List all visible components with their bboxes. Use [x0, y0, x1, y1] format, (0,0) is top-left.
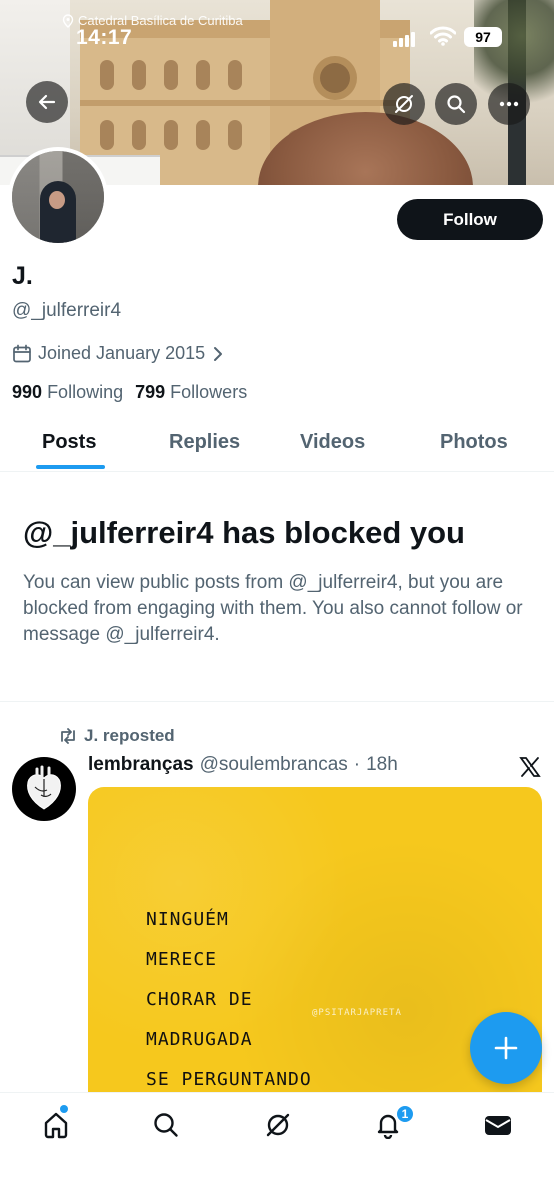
profile-avatar[interactable] — [8, 147, 108, 247]
repost-label: J. reposted — [84, 726, 175, 745]
post-author-avatar[interactable] — [12, 757, 76, 821]
followers-count: 799 — [135, 382, 166, 402]
following-label: Following — [47, 382, 124, 402]
grok-icon — [395, 95, 413, 113]
image-watermark: @PSITARJAPRETA — [312, 1008, 402, 1018]
image-text-line: CHORAR DE — [146, 989, 253, 1010]
plus-icon — [494, 1036, 518, 1060]
tab-photos[interactable]: Photos — [440, 431, 508, 454]
battery-indicator: 97 — [464, 27, 502, 47]
arrow-left-icon — [38, 94, 56, 110]
home-icon — [44, 1112, 68, 1139]
blocked-title: @_julferreir4 has blocked you — [23, 515, 465, 550]
following-count: 990 — [12, 382, 43, 402]
nav-grok[interactable] — [262, 1109, 294, 1141]
home-unread-dot — [60, 1105, 68, 1113]
profile-display-name: J. — [12, 262, 33, 290]
joined-date[interactable]: Joined January 2015 — [12, 343, 225, 364]
joined-date-text: Joined January 2015 — [38, 343, 206, 363]
search-icon — [447, 95, 466, 114]
nav-home[interactable] — [40, 1109, 72, 1141]
more-options-button[interactable] — [488, 83, 530, 125]
grok-icon — [266, 1113, 290, 1137]
section-divider — [0, 701, 554, 702]
blocked-description: You can view public posts from @_julferr… — [23, 572, 523, 645]
post-header: lembranças @soulembrancas · 18h — [88, 754, 398, 776]
nav-messages[interactable] — [482, 1109, 514, 1141]
tab-replies[interactable]: Replies — [169, 431, 240, 454]
repost-indicator[interactable]: J. reposted — [58, 726, 175, 746]
notification-badge: 1 — [395, 1104, 415, 1124]
cellular-signal-icon — [393, 32, 415, 47]
search-button[interactable] — [435, 83, 477, 125]
nav-search[interactable] — [150, 1109, 182, 1141]
back-button[interactable] — [26, 81, 68, 123]
x-logo-icon — [519, 757, 541, 777]
image-text-line: MADRUGADA — [146, 1029, 253, 1050]
chevron-right-icon — [214, 346, 223, 361]
followers-link[interactable]: 799 Followers — [135, 382, 247, 403]
post-separator: · — [353, 754, 361, 775]
followers-label: Followers — [170, 382, 248, 402]
calendar-icon — [13, 344, 31, 362]
location-pin-icon — [62, 13, 74, 28]
bottom-navigation: 1 — [0, 1092, 554, 1200]
grok-button[interactable] — [383, 83, 425, 125]
status-time: 14:17 — [76, 26, 133, 49]
post-author-name[interactable]: lembranças — [88, 754, 194, 776]
anatomical-heart-icon — [27, 765, 61, 810]
compose-post-button[interactable] — [470, 1012, 542, 1084]
active-tab-indicator — [36, 465, 105, 469]
more-horizontal-icon — [499, 101, 519, 107]
status-bar: Catedral Basílica de Curitiba 14:17 97 — [0, 0, 554, 54]
follow-button[interactable]: Follow — [397, 199, 543, 240]
wifi-icon — [430, 26, 456, 46]
tab-posts[interactable]: Posts — [42, 431, 96, 454]
repost-icon — [61, 728, 75, 744]
tab-videos[interactable]: Videos — [300, 431, 365, 454]
search-icon — [154, 1113, 178, 1137]
follow-counts: 990 Following 799 Followers — [12, 382, 247, 403]
post-time[interactable]: 18h — [366, 754, 398, 776]
image-text-line: NINGUÉM — [146, 909, 229, 930]
profile-handle: @_julferreir4 — [12, 300, 122, 321]
mail-icon — [485, 1116, 511, 1135]
image-text-line: SE PERGUNTANDO — [146, 1069, 312, 1090]
following-link[interactable]: 990 Following — [12, 382, 123, 403]
image-text-line: MERECE — [146, 949, 218, 970]
post-author-handle[interactable]: @soulembrancas — [200, 754, 348, 776]
